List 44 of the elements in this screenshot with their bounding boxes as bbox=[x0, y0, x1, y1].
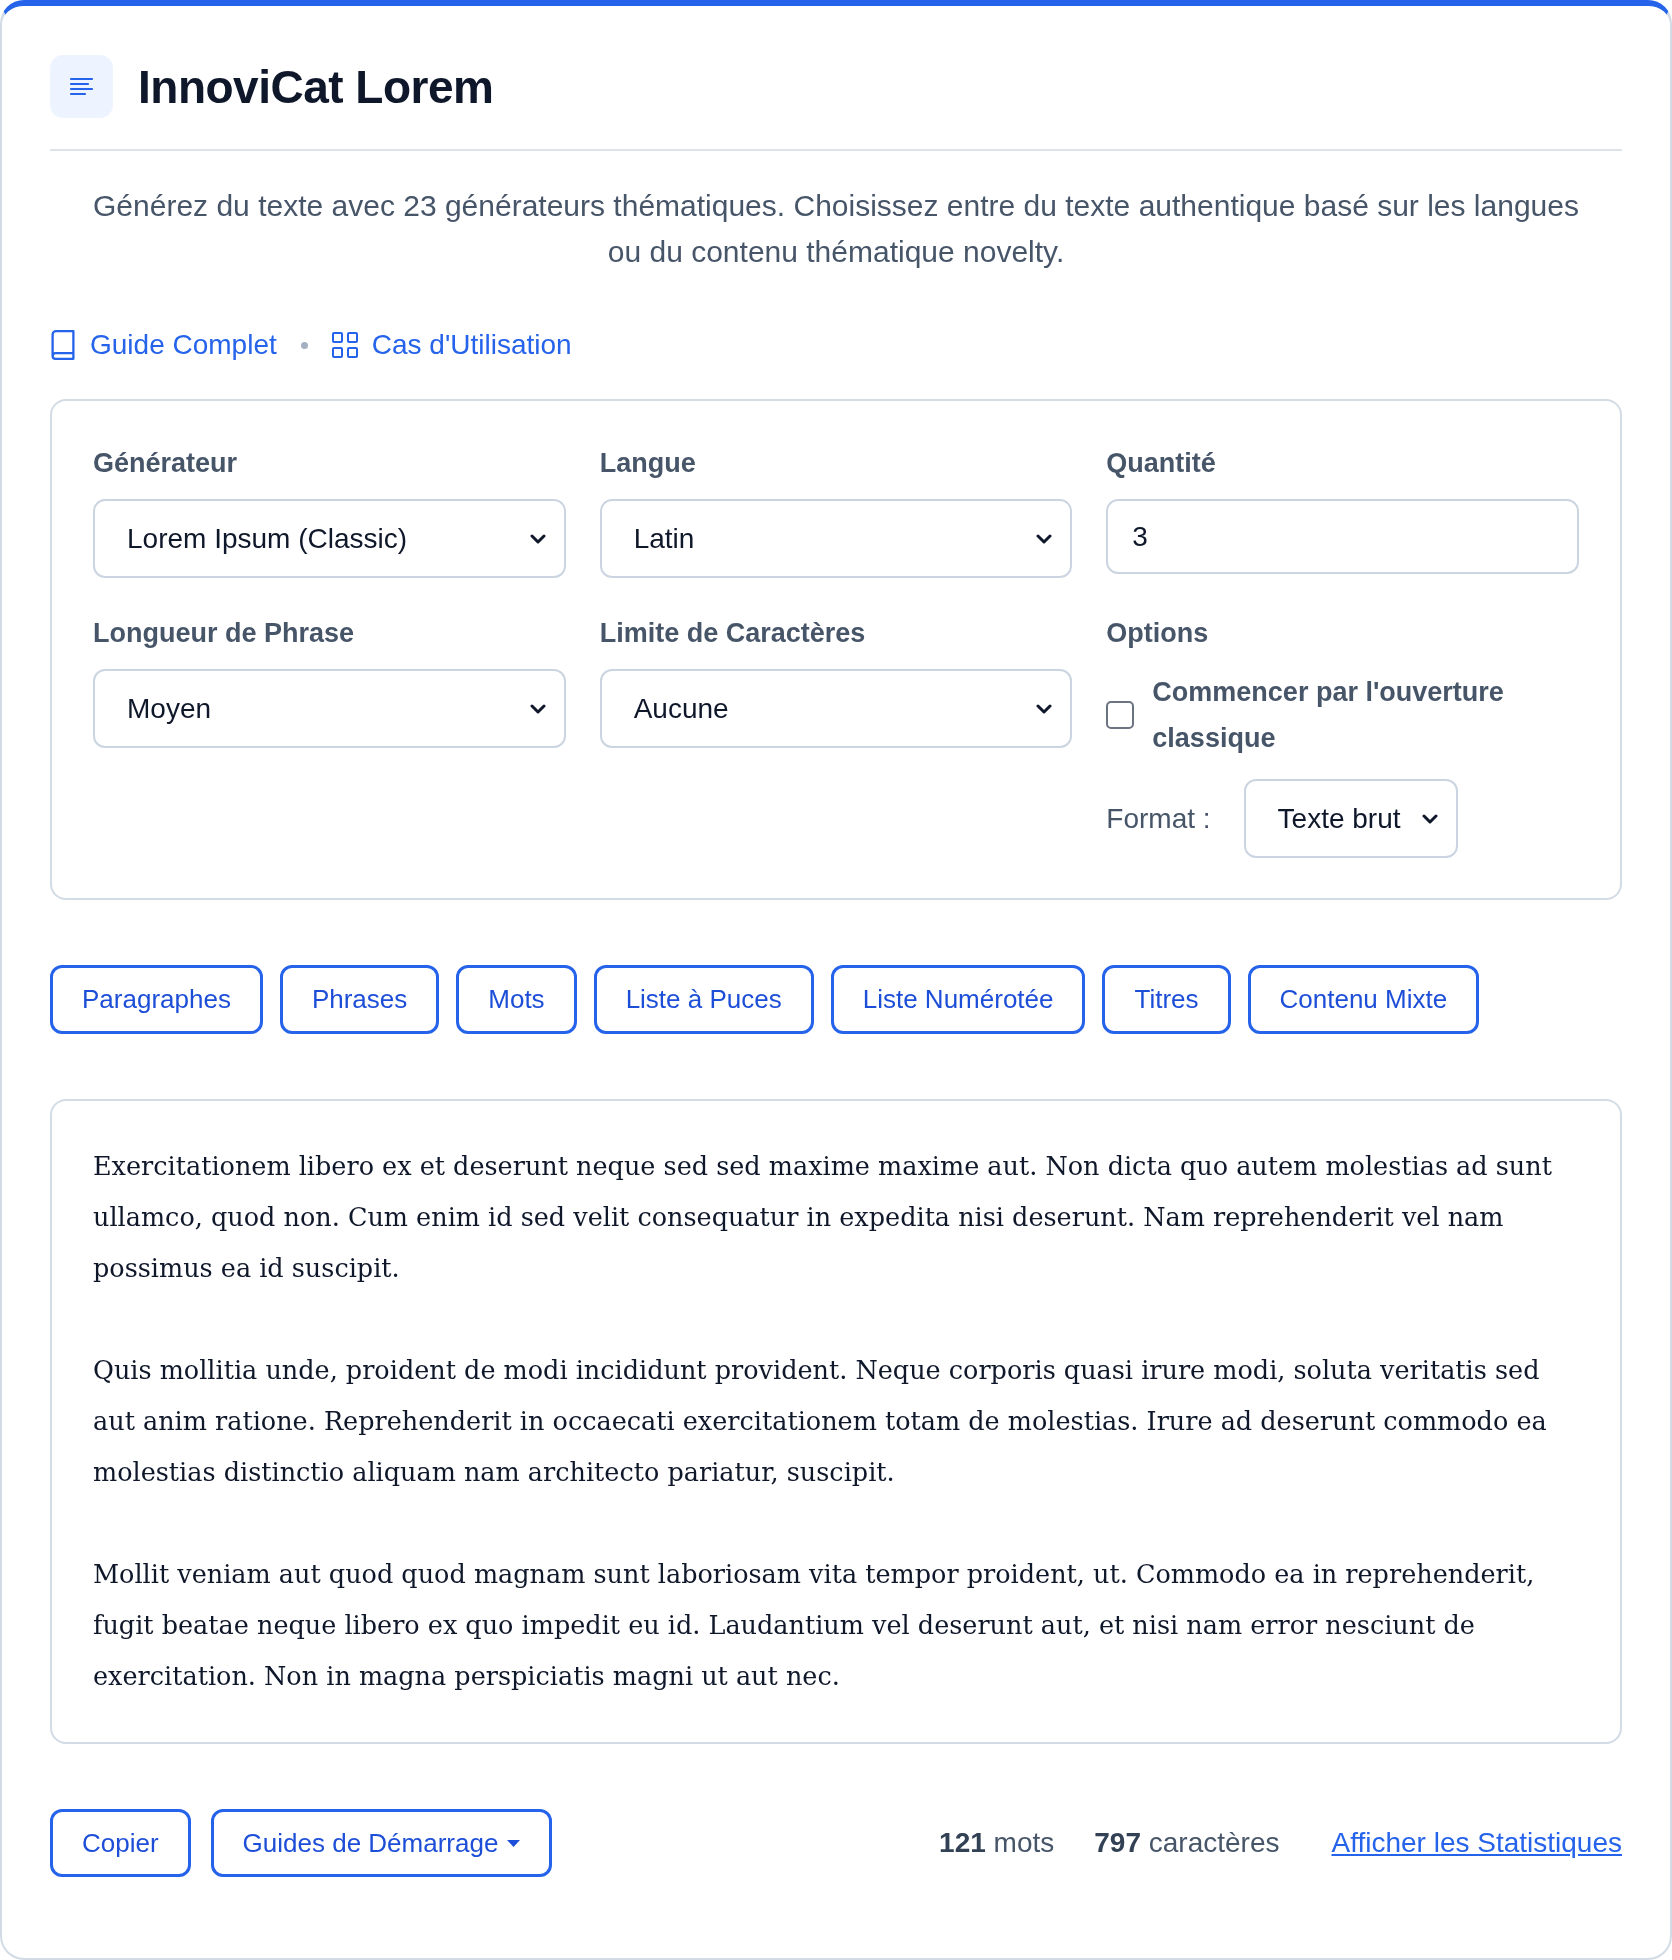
select-field[interactable]: Aucune bbox=[599, 669, 1073, 748]
field-label: Limite de Caractères bbox=[599, 617, 867, 650]
field-label: Longueur de Phrase bbox=[93, 617, 356, 650]
text-lines-icon bbox=[50, 55, 113, 118]
chevron-down-icon bbox=[529, 533, 546, 544]
generate-button[interactable]: Liste Numérotée bbox=[830, 965, 1086, 1034]
select-field[interactable]: Moyen bbox=[93, 669, 566, 748]
stat-text: 121 mots bbox=[939, 1827, 1055, 1859]
caret-icon bbox=[507, 1839, 521, 1847]
field-label: Langue bbox=[599, 447, 697, 480]
chevron-down-icon bbox=[529, 703, 546, 714]
app-title: InnoviCat Lorem bbox=[138, 63, 494, 110]
field-label: Quantité bbox=[1106, 447, 1217, 480]
statistics-link[interactable]: Afficher les Statistiques bbox=[1331, 1827, 1622, 1859]
field-label: Générateur bbox=[93, 447, 239, 480]
generate-button[interactable]: Liste à Puces bbox=[593, 965, 814, 1034]
generate-button[interactable]: Mots bbox=[456, 965, 577, 1034]
checkbox-label: Commencer par l'ouverture classique bbox=[1152, 676, 1505, 755]
book-icon bbox=[50, 330, 76, 360]
text-input[interactable]: 3 bbox=[1106, 499, 1579, 574]
description-text: Générez du texte avec 23 générateurs thématiques. Choisissez entre du texte authentique basé sur les langues ou du contenu thématique novelty. bbox=[92, 188, 1580, 270]
generate-button[interactable]: Phrases bbox=[279, 965, 440, 1034]
select-field[interactable]: Texte brut bbox=[1243, 779, 1458, 858]
grid-icon bbox=[331, 332, 358, 358]
generate-button[interactable]: Contenu Mixte bbox=[1247, 965, 1480, 1034]
dot-icon bbox=[300, 341, 308, 349]
nav-link[interactable]: Cas d'Utilisation bbox=[331, 329, 572, 361]
field-label: Options bbox=[1106, 617, 1210, 650]
output-paragraph: Mollit veniam aut quod quod magnam sunt laboriosam vita tempor proident, ut. Commodo ea in reprehenderit, fugit beatae neque libero ex quo impedit eu id. Laudantium vel deserunt aut, et nisi nam error nesciunt de exercitation. Non in magna perspiciatis magni ut aut nec. bbox=[93, 1558, 1536, 1693]
chevron-down-icon bbox=[1421, 813, 1438, 824]
output-paragraph: Exercitationem libero ex et deserunt neque sed sed maxime maxime aut. Non dicta quo autem molestias ad sunt ullamco, quod non. Cum enim id sed velit consequatur in expedita nisi deserunt. Nam reprehenderit vel nam possimus ea id suscipit. bbox=[93, 1150, 1553, 1285]
chevron-down-icon bbox=[1036, 533, 1053, 544]
stat-text: 797 caractères bbox=[1094, 1827, 1280, 1859]
generate-button[interactable]: Titres bbox=[1102, 965, 1231, 1034]
copy-button[interactable]: Copier bbox=[50, 1809, 191, 1877]
chevron-down-icon bbox=[1036, 703, 1053, 714]
generate-button[interactable]: Paragraphes bbox=[50, 965, 263, 1034]
nav-link[interactable]: Guide Complet bbox=[50, 329, 277, 361]
output-paragraph: Quis mollitia unde, proident de modi incididunt provident. Neque corporis quasi irure modi, soluta veritatis sed aut anim ratione. Reprehenderit in occaecati exercitationem totam de molestias. Irure ad deserunt commodo ea molestias distinctio aliquam nam architecto pariatur, suscipit. bbox=[93, 1354, 1548, 1489]
dropdown-button[interactable]: Guides de Démarrage bbox=[210, 1809, 553, 1877]
checkbox[interactable] bbox=[1106, 701, 1135, 729]
select-field[interactable]: Latin bbox=[599, 499, 1073, 578]
select-field[interactable]: Lorem Ipsum (Classic) bbox=[93, 499, 566, 578]
format-label: Format : bbox=[1106, 802, 1211, 835]
